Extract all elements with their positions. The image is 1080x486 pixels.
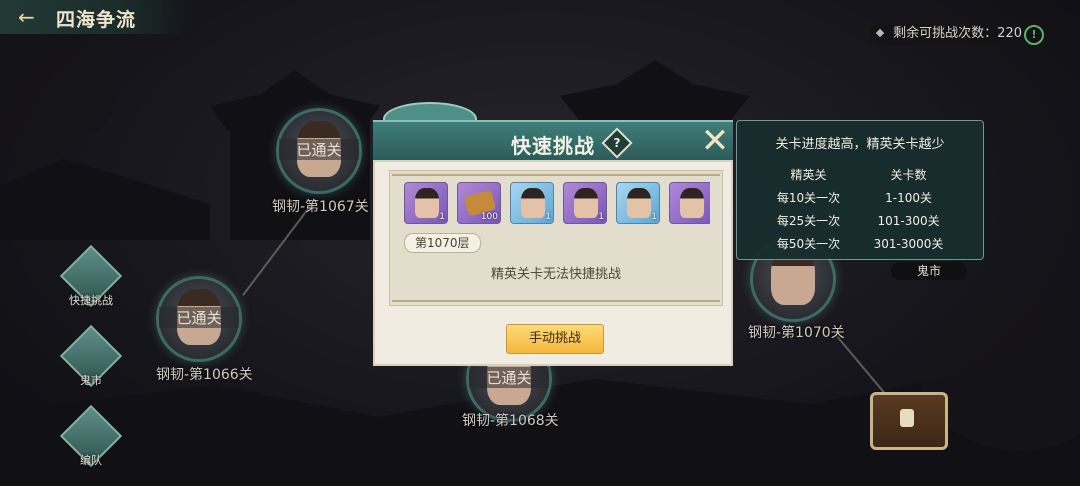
stage-node[interactable]: 已通关 xyxy=(276,108,362,194)
chest-lock-icon xyxy=(900,409,914,427)
stage-label: 钢韧-第1070关 xyxy=(748,325,845,341)
elite-info-tooltip: 关卡进度越高，精英关卡越少 精英关 关卡数 每10关一次 1-100关 每25关… xyxy=(736,120,984,260)
stage-node[interactable]: 已通关 xyxy=(156,276,242,362)
page-title: 四海争流 xyxy=(56,9,137,31)
top-bar: ← 四海争流 xyxy=(0,0,190,34)
reward-item[interactable]: 1 xyxy=(510,182,554,224)
table-cell: 每10关一次 xyxy=(776,191,841,205)
dialog-title: 快速挑战 xyxy=(511,134,595,158)
table-cell: 每25关一次 xyxy=(776,214,841,228)
dialog-header: 快速挑战 ? ✕ xyxy=(373,120,733,162)
quick-challenge-button[interactable]: 快捷挑战 xyxy=(59,244,123,308)
reward-count: 100 xyxy=(480,212,498,222)
ghost-market-tag[interactable]: 鬼市 xyxy=(891,262,967,280)
hero-fragment-icon xyxy=(521,188,545,218)
quick-challenge-dialog: 快速挑战 ? ✕ 1 100 1 1 1 第1070层 精英关卡无法快捷挑战 手… xyxy=(373,102,733,366)
side-menu-label: 快捷挑战 xyxy=(69,294,113,307)
table-cell: 1-100关 xyxy=(885,191,932,205)
hero-fragment-icon xyxy=(415,188,439,218)
back-arrow-icon[interactable]: ← xyxy=(18,7,40,27)
table-cell: 每50关一次 xyxy=(776,237,841,251)
remaining-attempts-label: 剩余可挑战次数：220 xyxy=(893,26,1022,41)
column-header: 精英关 xyxy=(790,168,827,182)
reward-count: 1 xyxy=(598,212,604,222)
tooltip-heading: 关卡进度越高，精英关卡越少 xyxy=(775,137,945,152)
formation-button[interactable]: 编队 xyxy=(59,404,123,468)
table-row: 每50关一次 301-3000关 xyxy=(761,232,961,255)
stage-cleared-badge: 已通关 xyxy=(159,307,239,328)
stage-cleared-badge: 已通关 xyxy=(469,367,549,388)
close-icon[interactable]: ✕ xyxy=(698,124,732,158)
column-header: 关卡数 xyxy=(890,168,927,182)
hero-fragment-icon xyxy=(574,188,598,218)
side-menu-label: 编队 xyxy=(80,454,102,467)
exclamation-info-icon[interactable]: ! xyxy=(1024,25,1044,45)
reward-item[interactable]: 100 xyxy=(457,182,501,224)
elite-stage-message: 精英关卡无法快捷挑战 xyxy=(490,267,621,282)
reward-count: 1 xyxy=(545,212,551,222)
stage-label: 钢韧-第1066关 xyxy=(156,367,253,383)
table-cell: 101-300关 xyxy=(877,214,940,228)
reward-item[interactable]: 1 xyxy=(616,182,660,224)
diamond-bullet-icon xyxy=(875,28,885,38)
table-row: 每25关一次 101-300关 xyxy=(761,209,961,232)
stage-label: 钢韧-第1068关 xyxy=(462,413,559,429)
reward-item[interactable]: 1 xyxy=(563,182,607,224)
hero-fragment-icon xyxy=(680,188,704,218)
treasure-chest[interactable] xyxy=(870,392,948,450)
stage-label: 钢韧-第1067关 xyxy=(272,199,369,215)
remaining-attempts: 剩余可挑战次数：220 xyxy=(869,23,1036,45)
floor-tag: 第1070层 xyxy=(404,233,481,253)
reward-list: 1 100 1 1 1 xyxy=(404,182,710,228)
dialog-body: 1 100 1 1 1 第1070层 精英关卡无法快捷挑战 手动挑战 xyxy=(373,160,733,366)
stage-cleared-badge: 已通关 xyxy=(279,139,359,160)
reward-count: 1 xyxy=(439,212,445,222)
table-cell: 301-3000关 xyxy=(873,237,944,251)
side-menu-label: 鬼市 xyxy=(80,374,102,387)
elite-frequency-table: 精英关 关卡数 每10关一次 1-100关 每25关一次 101-300关 每5… xyxy=(761,163,961,255)
reward-item[interactable] xyxy=(669,182,710,224)
help-icon-glyph: ? xyxy=(613,136,621,150)
reward-count: 1 xyxy=(651,212,657,222)
ghost-market-button[interactable]: 鬼市 xyxy=(59,324,123,388)
manual-challenge-button[interactable]: 手动挑战 xyxy=(506,324,604,354)
hero-fragment-icon xyxy=(627,188,651,218)
reward-panel: 1 100 1 1 1 第1070层 精英关卡无法快捷挑战 xyxy=(389,170,723,306)
reward-item[interactable]: 1 xyxy=(404,182,448,224)
table-row: 每10关一次 1-100关 xyxy=(761,186,961,209)
